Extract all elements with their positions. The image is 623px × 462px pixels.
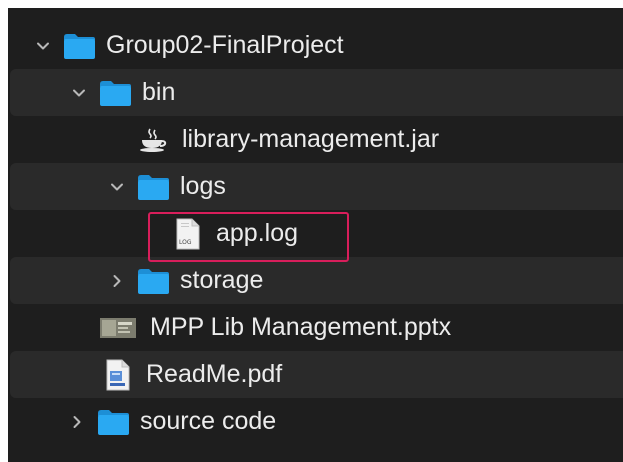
- log-file-icon: LOG: [176, 218, 200, 250]
- folder-icon: [136, 267, 170, 295]
- log-file-icon-text: LOG: [179, 238, 192, 246]
- chevron-down-icon[interactable]: [32, 35, 54, 57]
- tree-row-group02-finalproject[interactable]: Group02-FinalProject: [8, 22, 623, 69]
- folder-icon: [136, 173, 170, 201]
- tree-row-bin[interactable]: bin: [10, 69, 623, 116]
- chevron-right-icon[interactable]: [106, 270, 128, 292]
- tree-item-label: storage: [180, 266, 264, 294]
- tree-row-logs[interactable]: logs: [10, 163, 623, 210]
- tree-row-readme-pdf[interactable]: ReadMe.pdf: [10, 351, 623, 398]
- tree-item-label: Group02-FinalProject: [106, 31, 344, 59]
- folder-icon: [96, 408, 130, 436]
- tree-row-source-code[interactable]: source code: [8, 398, 623, 445]
- tree-row-mpp-lib-management-pptx[interactable]: MPP Lib Management.pptx: [8, 304, 623, 351]
- tree-item-label: app.log: [216, 219, 299, 247]
- java-coffee-cup-icon: [138, 127, 168, 153]
- tree-row-library-management-jar[interactable]: library-management.jar: [8, 116, 623, 163]
- chevron-right-icon[interactable]: [66, 411, 88, 433]
- folder-icon: [98, 79, 132, 107]
- pdf-file-icon: [106, 359, 130, 391]
- tree-item-label: logs: [180, 172, 226, 200]
- finder-file-list: Group02-FinalProject bin library-managem…: [8, 8, 623, 462]
- pptx-thumbnail-icon: [100, 317, 136, 339]
- tree-item-label: library-management.jar: [182, 125, 440, 153]
- chevron-down-icon[interactable]: [68, 82, 90, 104]
- tree-item-label: MPP Lib Management.pptx: [150, 313, 452, 341]
- tree-row-storage[interactable]: storage: [10, 257, 623, 304]
- folder-icon: [62, 32, 96, 60]
- tree-item-label: source code: [140, 407, 277, 435]
- tree-item-label: ReadMe.pdf: [146, 360, 283, 388]
- chevron-down-icon[interactable]: [106, 176, 128, 198]
- tree-item-label: bin: [142, 78, 176, 106]
- tree-row-app-log[interactable]: LOG app.log: [8, 210, 623, 257]
